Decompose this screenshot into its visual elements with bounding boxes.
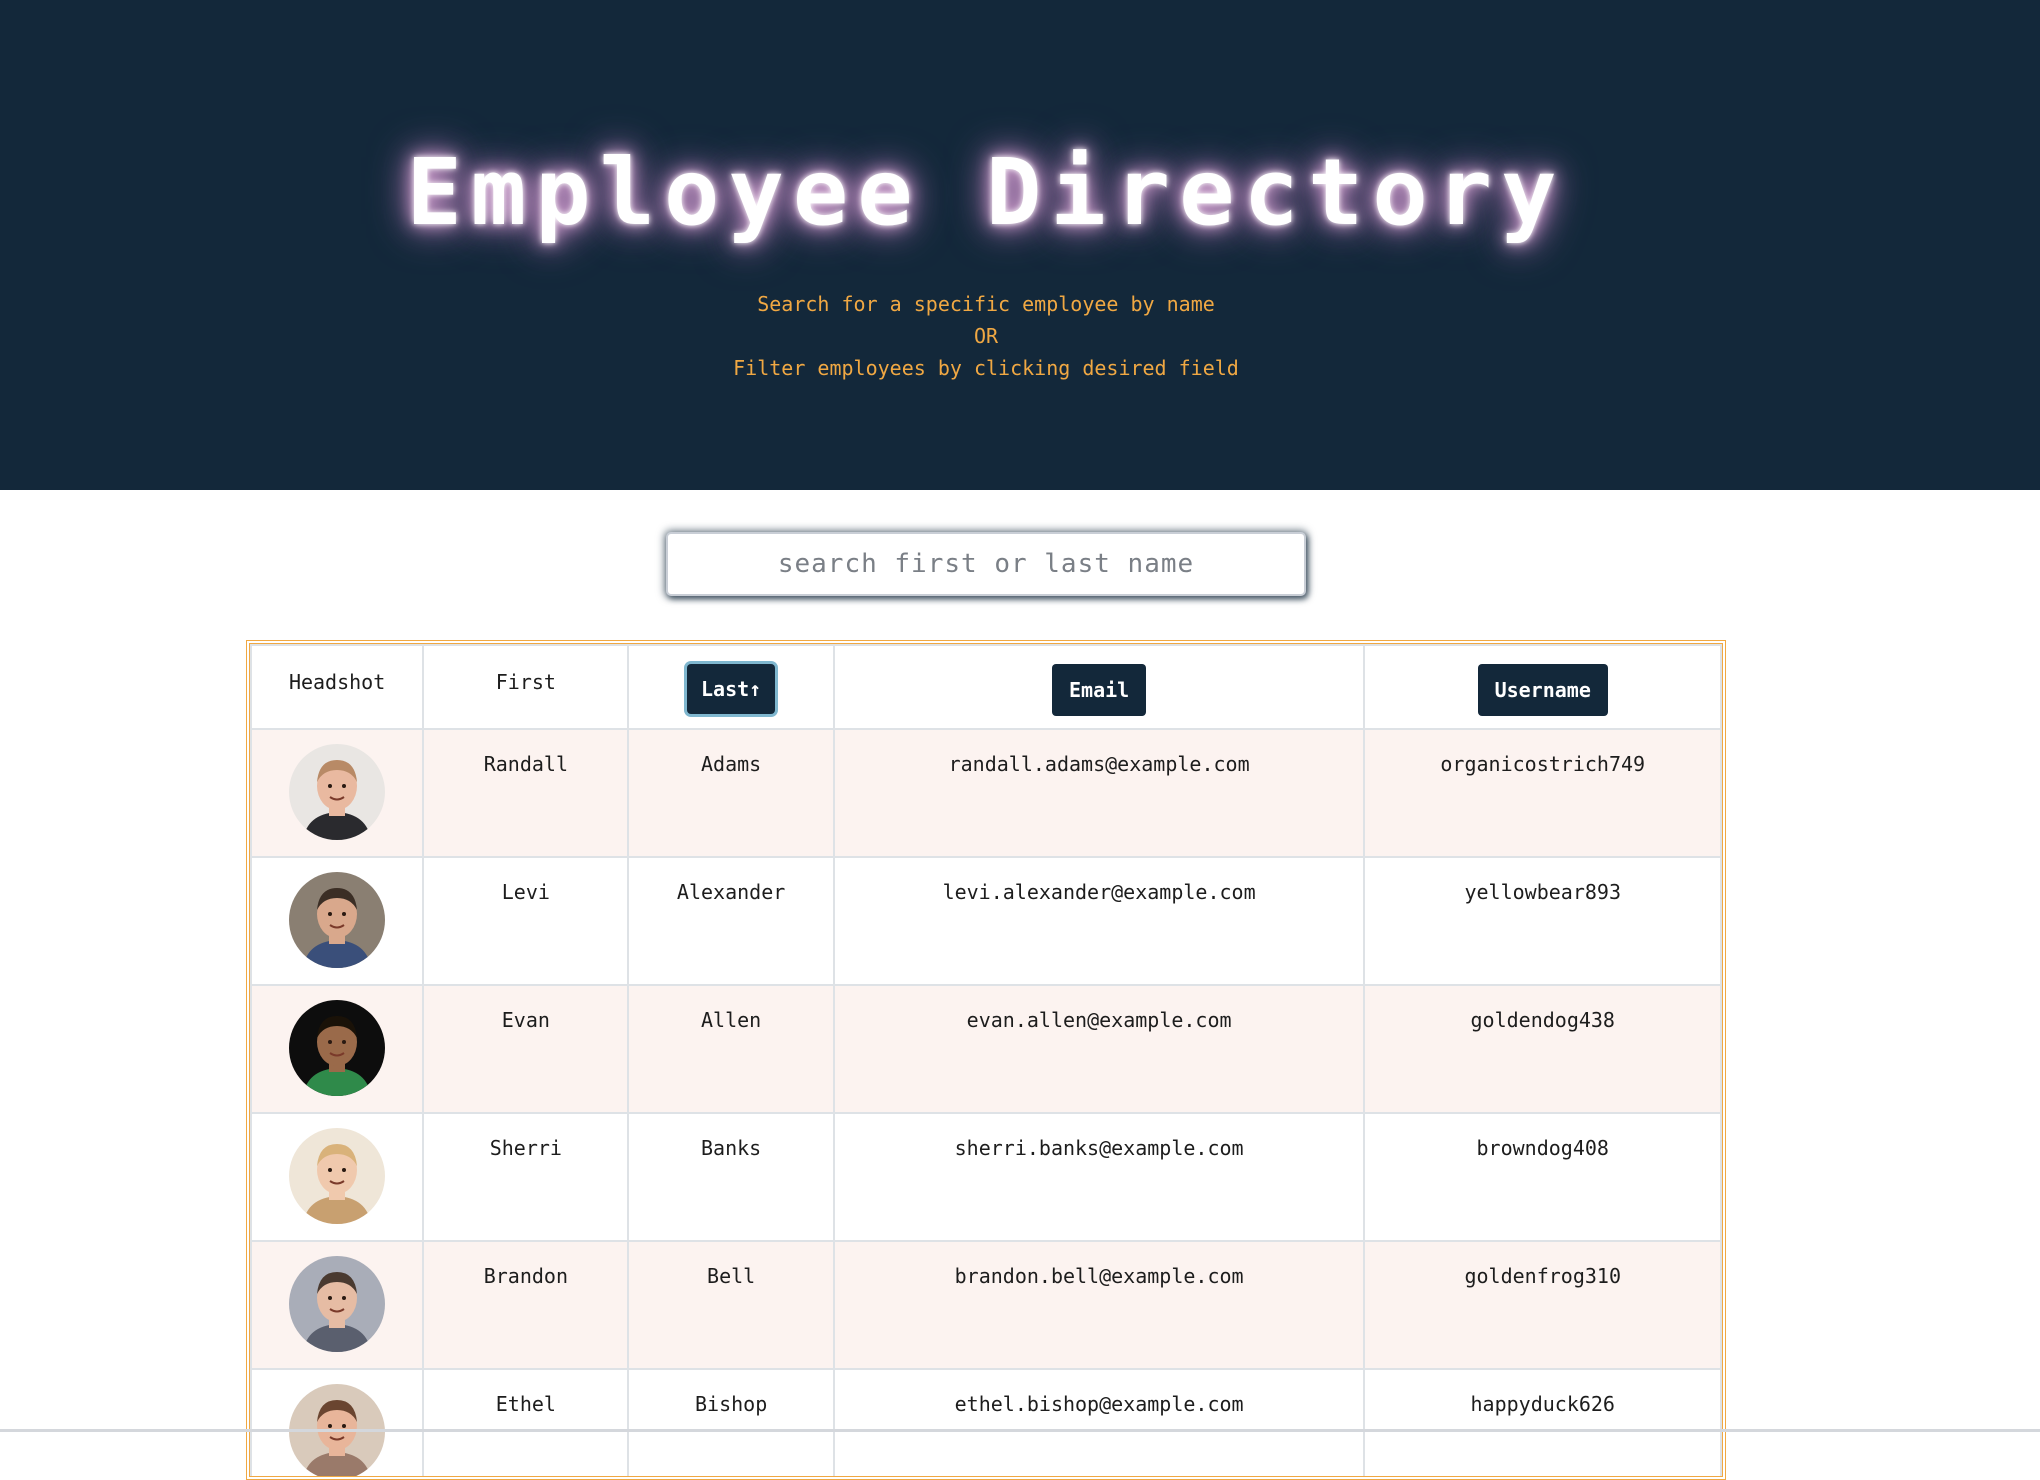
username-text: happyduck626 bbox=[1470, 1392, 1615, 1416]
email-cell: ethel.bishop@example.com bbox=[832, 1368, 1366, 1476]
column-header-username: Username bbox=[1363, 644, 1722, 730]
email-cell: levi.alexander@example.com bbox=[832, 856, 1366, 986]
page-header: Employee Directory Search for a specific… bbox=[0, 0, 2040, 490]
headshot-cell bbox=[250, 1240, 425, 1370]
first-name-text: Ethel bbox=[495, 1392, 556, 1416]
headshot-cell bbox=[250, 1112, 425, 1242]
first-name-cell: Brandon bbox=[422, 1240, 630, 1370]
last-name-cell: Banks bbox=[627, 1112, 835, 1242]
last-name-cell: Allen bbox=[627, 984, 835, 1114]
last-name-text: Bell bbox=[707, 1264, 756, 1288]
first-name-text: Brandon bbox=[483, 1264, 568, 1288]
headshot-cell bbox=[250, 728, 425, 858]
first-header-label: First bbox=[495, 670, 556, 694]
column-header-email: Email bbox=[832, 644, 1366, 730]
table-row: Evan Allen evan.allen@example.com goldendog… bbox=[250, 984, 1722, 1114]
username-cell: goldenfrog310 bbox=[1363, 1240, 1722, 1370]
column-header-last: Last↑ bbox=[627, 644, 835, 730]
search-input[interactable] bbox=[666, 532, 1306, 596]
first-name-text: Sherri bbox=[489, 1136, 562, 1160]
employee-table: Headshot First Last↑ Email Username Rand… bbox=[250, 644, 1722, 1476]
table-row: Brandon Bell brandon.bell@example.com golde… bbox=[250, 1240, 1722, 1370]
avatar bbox=[289, 1256, 386, 1352]
avatar bbox=[289, 872, 386, 968]
employee-table-body: Randall Adams randall.adams@example.com org… bbox=[250, 728, 1722, 1476]
page-title: Employee Directory bbox=[406, 139, 1566, 246]
email-text: evan.allen@example.com bbox=[966, 1008, 1232, 1032]
first-name-cell: Sherri bbox=[422, 1112, 630, 1242]
username-text: organicostrich749 bbox=[1440, 752, 1646, 776]
last-name-text: Alexander bbox=[676, 880, 786, 904]
table-row: Randall Adams randall.adams@example.com org… bbox=[250, 728, 1722, 858]
first-name-cell: Levi bbox=[422, 856, 630, 986]
email-text: randall.adams@example.com bbox=[948, 752, 1250, 776]
email-cell: evan.allen@example.com bbox=[832, 984, 1366, 1114]
headshot-cell bbox=[250, 1368, 425, 1476]
first-name-text: Levi bbox=[501, 880, 550, 904]
email-text: levi.alexander@example.com bbox=[942, 880, 1256, 904]
email-text: sherri.banks@example.com bbox=[954, 1136, 1244, 1160]
table-row: Levi Alexander levi.alexander@example.com y… bbox=[250, 856, 1722, 986]
username-text: goldendog438 bbox=[1470, 1008, 1615, 1032]
sort-last-button[interactable]: Last↑ bbox=[687, 664, 776, 714]
first-name-text: Evan bbox=[501, 1008, 550, 1032]
table-row: Ethel Bishop ethel.bishop@example.com happy… bbox=[250, 1368, 1722, 1476]
username-cell: organicostrich749 bbox=[1363, 728, 1722, 858]
table-row: Sherri Banks sherri.banks@example.com brown… bbox=[250, 1112, 1722, 1242]
username-cell: browndog408 bbox=[1363, 1112, 1722, 1242]
first-name-cell: Ethel bbox=[422, 1368, 630, 1476]
headshot-cell bbox=[250, 984, 425, 1114]
avatar bbox=[289, 1384, 386, 1476]
headshot-header-label: Headshot bbox=[288, 670, 386, 694]
first-name-text: Randall bbox=[483, 752, 568, 776]
table-header-row: Headshot First Last↑ Email Username bbox=[250, 644, 1722, 730]
username-text: goldenfrog310 bbox=[1464, 1264, 1621, 1288]
username-cell: yellowbear893 bbox=[1363, 856, 1722, 986]
page-subtitle: Search for a specific employee by name O… bbox=[0, 288, 1972, 384]
avatar bbox=[289, 1000, 386, 1096]
username-text: yellowbear893 bbox=[1464, 880, 1621, 904]
email-text: ethel.bishop@example.com bbox=[954, 1392, 1244, 1416]
sort-username-button[interactable]: Username bbox=[1477, 664, 1608, 716]
last-name-cell: Adams bbox=[627, 728, 835, 858]
first-name-cell: Evan bbox=[422, 984, 630, 1114]
sort-ascending-arrow-icon: ↑ bbox=[749, 677, 762, 701]
subtitle-line-1: Search for a specific employee by name bbox=[757, 292, 1215, 316]
sort-last-label: Last bbox=[701, 677, 750, 701]
email-text: brandon.bell@example.com bbox=[954, 1264, 1244, 1288]
last-name-text: Adams bbox=[701, 752, 762, 776]
email-cell: sherri.banks@example.com bbox=[832, 1112, 1366, 1242]
username-cell: goldendog438 bbox=[1363, 984, 1722, 1114]
sort-email-button[interactable]: Email bbox=[1052, 664, 1147, 716]
email-cell: randall.adams@example.com bbox=[832, 728, 1366, 858]
last-name-text: Bishop bbox=[694, 1392, 768, 1416]
username-cell: happyduck626 bbox=[1363, 1368, 1722, 1476]
avatar bbox=[289, 1128, 386, 1224]
search-container bbox=[666, 532, 1306, 596]
column-header-headshot: Headshot bbox=[250, 644, 425, 730]
last-name-cell: Bell bbox=[627, 1240, 835, 1370]
last-name-cell: Alexander bbox=[627, 856, 835, 986]
headshot-cell bbox=[250, 856, 425, 986]
last-name-text: Allen bbox=[701, 1008, 762, 1032]
employee-table-frame: Headshot First Last↑ Email Username Rand… bbox=[246, 640, 1726, 1480]
last-name-text: Banks bbox=[701, 1136, 762, 1160]
email-cell: brandon.bell@example.com bbox=[832, 1240, 1366, 1370]
subtitle-line-2: OR bbox=[973, 324, 999, 348]
subtitle-line-3: Filter employees by clicking desired fie… bbox=[733, 356, 1239, 380]
first-name-cell: Randall bbox=[422, 728, 630, 858]
last-name-cell: Bishop bbox=[627, 1368, 835, 1476]
avatar bbox=[289, 744, 386, 840]
username-text: browndog408 bbox=[1476, 1136, 1609, 1160]
column-header-first: First bbox=[422, 644, 630, 730]
